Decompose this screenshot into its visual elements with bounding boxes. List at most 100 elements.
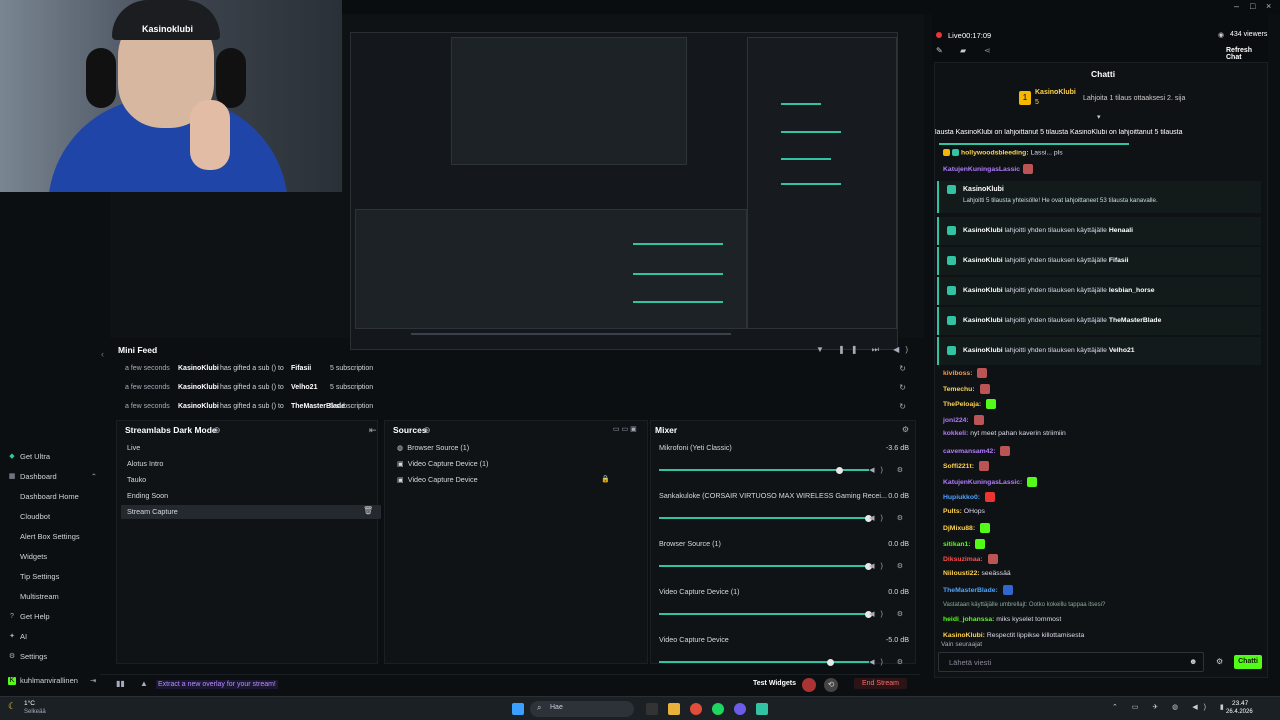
minimize-button[interactable]: – (1234, 1, 1239, 11)
nav-ai[interactable]: ✦ AI (8, 632, 27, 641)
chat-input[interactable]: Lähetä viesti ☻ (938, 652, 1204, 672)
mixer-track-controls[interactable]: ◀) ⚙ (869, 610, 909, 618)
gift-sub-notice: KasinoKlubi lahjoitti yhden tilauksen kä… (937, 337, 1261, 365)
volume-slider-handle[interactable] (827, 658, 835, 666)
webcam-feed: Kasinoklubi (0, 0, 342, 192)
spotify-icon[interactable] (712, 703, 724, 715)
test-widgets-button[interactable]: Test Widgets (753, 680, 796, 687)
nav-settings[interactable]: ⚙ Settings (8, 652, 47, 661)
tray-icons[interactable]: ⌃ ▭ ✈ ◍ ◀) ▮ (1112, 703, 1230, 711)
maximize-button[interactable]: □ (1250, 1, 1255, 11)
chat-message: ThePeloaja: (943, 399, 997, 409)
clock-time: 23.47 (1232, 700, 1249, 707)
nav-alert-box[interactable]: Alert Box Settings (20, 532, 80, 541)
nav-dashboard[interactable]: ▦ Dashboard ⌃ (8, 472, 97, 481)
gift-icon (947, 256, 956, 265)
chat-message: Pults: OHops (943, 507, 985, 515)
nav-account[interactable]: Kkuhlmanvirallinen ⇥ (8, 676, 96, 685)
chat-title: Chatti (1091, 69, 1116, 79)
chat-message: kiviboss: (943, 368, 988, 378)
lock-icon[interactable]: 🔒 (601, 475, 610, 483)
nav-get-help[interactable]: ? Get Help (8, 612, 50, 621)
end-stream-button[interactable]: End Stream (854, 678, 907, 689)
nav-get-ultra[interactable]: ◆ Get Ultra (8, 452, 50, 461)
refresh-chat-button[interactable]: Refresh Chat (1226, 47, 1268, 61)
chat-message: heidi_johanssa: miks kyselet tommost (943, 616, 1062, 623)
logout-icon: ⇥ (89, 676, 97, 685)
sources-title: Sources (393, 425, 427, 435)
search-icon: ⌕ (537, 703, 542, 712)
nav-dashboard-home[interactable]: Dashboard Home (20, 492, 79, 501)
gift-sub-notice: KasinoKlubi lahjoitti yhden tilauksen kä… (937, 247, 1261, 275)
nav-tip-settings[interactable]: Tip Settings (20, 572, 59, 581)
chrome-icon[interactable] (690, 703, 702, 715)
weather-icon: ☾ (8, 701, 17, 711)
add-scene-icon[interactable]: ⊕ (213, 425, 221, 436)
chat-message: kokkeli: nyt meet pahan kaverin striimii… (943, 430, 1066, 437)
send-chat-button[interactable]: Chatti (1234, 655, 1262, 669)
scene-item-selected[interactable]: Stream Capture (127, 507, 178, 516)
scene-item[interactable]: Live (127, 443, 140, 452)
source-item[interactable]: ▣ Video Capture Device (1) (397, 459, 488, 468)
repeat-icon[interactable]: ↻ (899, 402, 906, 411)
stats-icon[interactable]: ▮▮ (116, 679, 125, 688)
weather-temp: 1°C (24, 700, 35, 707)
windows-start-icon[interactable] (512, 703, 524, 715)
mixer-track-controls[interactable]: ◀) ⚙ (869, 658, 909, 666)
volume-slider[interactable] (659, 565, 869, 567)
folder-icon[interactable]: ▰ (960, 46, 966, 55)
taskview-icon[interactable] (646, 703, 658, 715)
scene-collection-title[interactable]: Streamlabs Dark Mode (125, 425, 217, 435)
gear-icon[interactable]: ⚙ (902, 425, 909, 434)
volume-slider[interactable] (659, 613, 869, 615)
mini-feed-controls[interactable]: ▼ ❚❚ ⏭ ◀) (816, 345, 914, 355)
scene-item[interactable]: Ending Soon (127, 491, 168, 500)
gift-ticker: lausta KasinoKlubi on lahjoittanut 5 til… (935, 129, 1183, 136)
feed-row: a few seconds KasinoKlubi has gifted a s… (125, 402, 906, 411)
scene-item[interactable]: Tauko (127, 475, 146, 484)
pinned-text: Lahjoita 1 tilaus ottaaksesi 2. sija (1083, 95, 1186, 102)
scene-transition-icon[interactable]: ⇤ (369, 425, 377, 436)
volume-slider[interactable] (659, 517, 869, 519)
gear-icon[interactable]: ⚙ (1216, 657, 1223, 666)
edit-icon[interactable]: ✎ (936, 46, 943, 55)
editor-bottom-bar: ▮▮ ▲ Extract a new overlay for your stre… (100, 674, 920, 694)
mixer-track-controls[interactable]: ◀) ⚙ (869, 562, 909, 570)
volume-slider-handle[interactable] (835, 466, 843, 474)
mixer-track-controls[interactable]: ◀) ⚙ (869, 466, 909, 474)
discord-icon[interactable] (734, 703, 746, 715)
add-source-icon[interactable]: ⊕ (423, 425, 431, 436)
source-item[interactable]: ◍ Browser Source (1) (397, 443, 469, 452)
repeat-icon[interactable]: ↻ (899, 364, 906, 373)
mixer-title: Mixer (655, 425, 678, 435)
source-item[interactable]: ▣ Video Capture Device (397, 475, 478, 484)
trash-icon[interactable]: 🗑 (363, 506, 373, 515)
chat-message: KatujenKuningasLassic (943, 164, 1034, 174)
extract-overlay-link[interactable]: Extract a new overlay for your stream! (156, 680, 278, 689)
sources-panel: Sources ⊕ ▭ ▭ ▣ ◍ Browser Source (1) ▣ Vid… (384, 420, 648, 664)
mixer-track-controls[interactable]: ◀) ⚙ (869, 514, 909, 522)
close-button[interactable]: × (1266, 1, 1271, 11)
gift-announcement: KasinoKlubi Lahjoitti 5 tilausta yhteisö… (937, 181, 1261, 213)
taskbar-search[interactable]: ⌕ Hae (530, 701, 634, 717)
collapse-left-icon[interactable]: ‹ (101, 349, 104, 359)
eye-icon: ◉ (1218, 32, 1225, 39)
emoji-icon[interactable]: ☻ (1189, 657, 1197, 666)
clock-date: 26.4.2026 (1226, 709, 1253, 715)
share-icon[interactable]: ⋖ (984, 46, 991, 55)
streamlabs-icon[interactable] (756, 703, 768, 715)
source-tools-icon[interactable]: ▭ ▭ ▣ (613, 425, 637, 433)
nav-multistream[interactable]: Multistream (20, 592, 59, 601)
repeat-icon[interactable]: ↻ (899, 383, 906, 392)
nav-cloudbot[interactable]: Cloudbot (20, 512, 50, 521)
explorer-icon[interactable] (668, 703, 680, 715)
chevron-down-icon[interactable]: ▾ (1097, 113, 1101, 121)
mixer-track-name: Video Capture Device (659, 635, 729, 644)
replay-icon[interactable]: ⟲ (824, 678, 838, 692)
nav-widgets[interactable]: Widgets (20, 552, 47, 561)
stream-status-bar: Live 00:17:09 ✎ ▰ ⋖ ◉ 434 viewers Refres… (932, 14, 1268, 64)
scene-item[interactable]: Alotus Intro (127, 459, 163, 468)
volume-slider[interactable] (659, 661, 869, 663)
record-icon[interactable] (802, 678, 816, 692)
gift-sub-notice: KasinoKlubi lahjoitti yhden tilauksen kä… (937, 307, 1261, 335)
